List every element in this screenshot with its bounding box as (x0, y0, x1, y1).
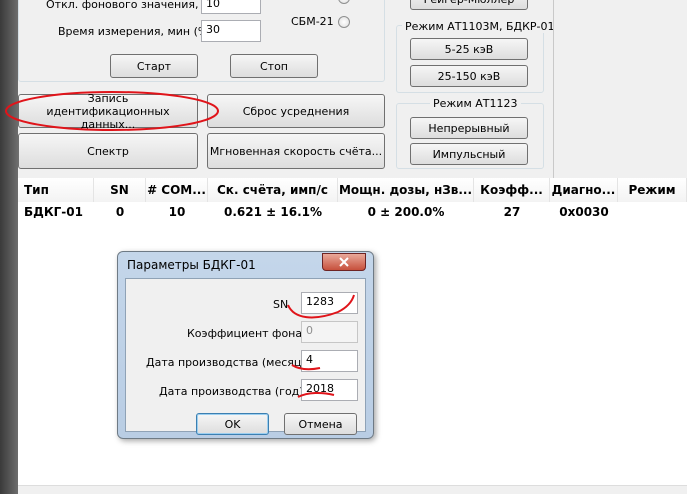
bg-offset-input[interactable]: 10 (201, 0, 261, 14)
continuous-button[interactable]: Непрерывный (410, 117, 528, 139)
col-header-mode[interactable]: Режим (618, 178, 687, 202)
meas-time-input[interactable]: 30 (201, 20, 261, 42)
dialog-body: SN 1283 Коэффициент фона 0 Дата производ… (125, 278, 366, 435)
col-header-sn[interactable]: SN (94, 178, 146, 202)
pulse-button[interactable]: Импульсный (410, 143, 528, 165)
cell-com[interactable]: 10 (146, 202, 208, 222)
bg-offset-label: Откл. фонового значения, % (46, 0, 213, 11)
dialog-close-button[interactable] (322, 253, 366, 271)
geiger-muller-button[interactable]: Гейгер-Мюллер (410, 0, 528, 10)
mode-group-title: Режим АТ1103М, БДКР-01 (402, 20, 558, 33)
col-header-com[interactable]: # COM... (146, 178, 208, 202)
cell-count-rate[interactable]: 0.621 ± 16.1% (208, 202, 338, 222)
left-edge-strip (0, 0, 18, 494)
right-divider (553, 0, 554, 178)
mode-25-150-button[interactable]: 25-150 кэВ (410, 65, 528, 87)
cell-sn[interactable]: 0 (94, 202, 146, 222)
year-input[interactable]: 2018 (301, 379, 358, 401)
start-button[interactable]: Старт (110, 54, 198, 78)
col-header-dose-rate[interactable]: Мощн. дозы, нЗв... (338, 178, 474, 202)
col-header-type[interactable]: Тип (18, 178, 94, 202)
cell-type[interactable]: БДКГ-01 (18, 202, 100, 222)
col-header-count-rate[interactable]: Ск. счёта, имп/с (208, 178, 338, 202)
close-icon (339, 257, 349, 267)
cell-dose-rate[interactable]: 0 ± 200.0% (338, 202, 474, 222)
write-id-button[interactable]: Запись идентификационных данных... (18, 92, 198, 131)
sn-input[interactable]: 1283 (301, 292, 358, 314)
mode-5-25-button[interactable]: 5-25 кэВ (410, 38, 528, 60)
sn-label: SN (273, 298, 289, 311)
sbm21-radio[interactable] (338, 16, 350, 28)
cell-mode[interactable] (618, 202, 687, 222)
dialog-title: Параметры БДКГ-01 (127, 258, 256, 272)
cell-coef[interactable]: 27 (474, 202, 550, 222)
coef-label: Коэффициент фона (187, 327, 303, 340)
reset-average-button[interactable]: Сброс усреднения (207, 94, 385, 128)
meas-time-label: Время измерения, мин (%) (58, 25, 213, 38)
params-dialog: Параметры БДКГ-01 SN 1283 Коэффициент фо… (117, 251, 374, 439)
spectrum-button[interactable]: Спектр (18, 133, 198, 169)
year-label: Дата производства (год) (159, 385, 304, 398)
stop-button[interactable]: Стоп (230, 54, 318, 78)
cell-diag[interactable]: 0x0030 (550, 202, 618, 222)
instant-rate-button[interactable]: Мгновенная скорость счёта... (207, 133, 385, 169)
col-header-diag[interactable]: Диагно... (550, 178, 618, 202)
mode2-group-title: Режим АТ1123 (430, 97, 521, 110)
table-bottom-scrollbar[interactable] (18, 485, 687, 494)
col-header-coef[interactable]: Коэфф... (474, 178, 550, 202)
coef-input: 0 (301, 321, 358, 343)
month-label: Дата производства (месяц) (146, 356, 306, 369)
cancel-button[interactable]: Отмена (284, 413, 357, 435)
ok-button[interactable]: OK (196, 413, 269, 435)
month-input[interactable]: 4 (301, 350, 358, 372)
sbm21-radio-label: СБМ-21 (291, 15, 334, 28)
